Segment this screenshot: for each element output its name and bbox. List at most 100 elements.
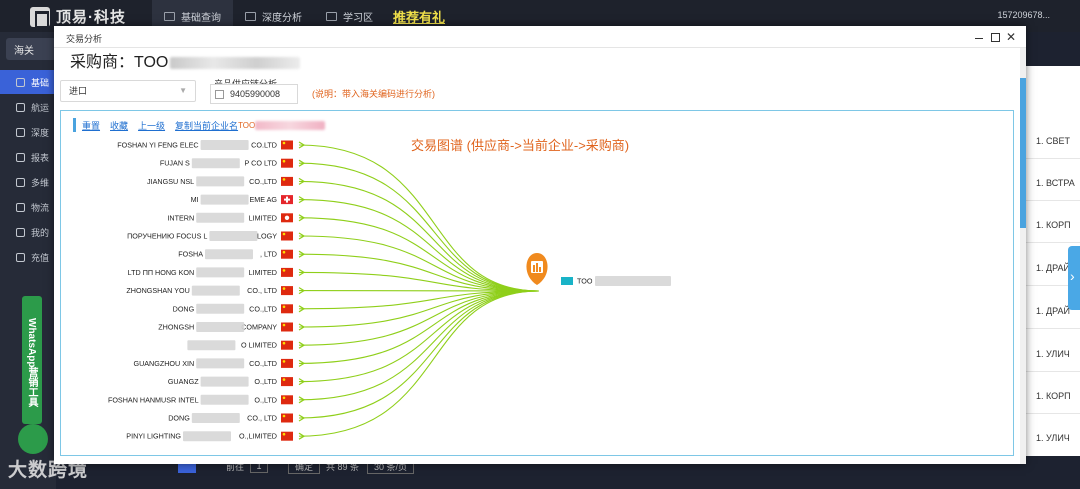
minimize-icon[interactable] bbox=[972, 30, 986, 44]
recharge-icon bbox=[16, 252, 25, 262]
supplier-label[interactable]: ПОРУЧЕНИЮ FOCUS L bbox=[127, 232, 207, 241]
buyer-label[interactable]: TOO bbox=[577, 277, 593, 286]
list-item[interactable]: 1. ВСТРА bbox=[1036, 178, 1075, 188]
supplier-label[interactable]: LTD ПП HONG KON bbox=[128, 268, 195, 277]
sidebar-item-label: 报表 bbox=[31, 152, 50, 163]
cn-flag-icon bbox=[281, 413, 293, 423]
supplier-label[interactable]: ZHONGSHAN YOU bbox=[126, 286, 189, 295]
hs-code-field[interactable]: 9405990008 bbox=[210, 84, 298, 104]
flag-star-icon bbox=[282, 323, 286, 327]
list-item[interactable]: 1. УЛИЧ bbox=[1036, 349, 1070, 359]
supplier-label[interactable]: MI bbox=[191, 195, 199, 204]
nav-deep-analysis-label: 深度分析 bbox=[262, 12, 302, 24]
sidebar-item-label: 充值 bbox=[31, 252, 50, 263]
supplier-label-suffix[interactable]: CO., LTD bbox=[247, 286, 277, 295]
sidebar-head-customs[interactable]: 海关 bbox=[6, 38, 56, 60]
plane-icon bbox=[16, 102, 25, 112]
expand-panel-tab[interactable] bbox=[1068, 246, 1080, 310]
bar-chart-icon bbox=[16, 152, 25, 162]
supplier-label-suffix[interactable]: CO.LTD bbox=[251, 141, 277, 150]
nav-learning-label: 学习区 bbox=[343, 12, 373, 24]
supplier-label[interactable]: PINYI LIGHTING bbox=[126, 432, 181, 441]
list-item[interactable]: 1. КОРП bbox=[1036, 220, 1071, 230]
sidebar-item-logistics[interactable]: 物流 bbox=[0, 195, 56, 219]
supplier-label[interactable]: FOSHAN HANMUSR INTEL bbox=[108, 395, 199, 404]
list-item[interactable]: 1. СВЕТ bbox=[1036, 136, 1070, 146]
whatsapp-icon[interactable] bbox=[18, 424, 48, 454]
supplier-label-suffix[interactable]: O.,LIMITED bbox=[239, 432, 277, 441]
supplier-label[interactable]: FOSHAN YI FENG ELEC bbox=[117, 141, 198, 150]
cn-flag-icon bbox=[281, 431, 293, 441]
supplier-label[interactable]: GUANGZ bbox=[168, 377, 199, 386]
supply-chain-checkbox[interactable] bbox=[215, 90, 224, 100]
close-icon[interactable]: ✕ bbox=[1004, 30, 1018, 44]
sidebar-item-deep[interactable]: 深度 bbox=[0, 120, 56, 144]
sidebar-item-mine[interactable]: 我的 bbox=[0, 220, 56, 244]
brand[interactable]: 顶易·科技 bbox=[30, 6, 126, 28]
flag-star-icon bbox=[282, 360, 286, 363]
sidebar-item-recharge[interactable]: 充值 bbox=[0, 245, 56, 269]
scrollbar-thumb[interactable] bbox=[1020, 78, 1026, 228]
redacted-name bbox=[196, 303, 245, 314]
list-item[interactable]: 1. КОРП bbox=[1036, 391, 1071, 401]
divider bbox=[1026, 371, 1080, 372]
supplier-label-suffix[interactable]: O LIMITED bbox=[241, 341, 277, 350]
cn-flag-icon bbox=[281, 231, 293, 241]
supplier-label[interactable]: ZHONGSH bbox=[158, 323, 194, 332]
supplier-label-suffix[interactable]: LIMITED bbox=[249, 268, 277, 277]
maximize-icon[interactable] bbox=[988, 30, 1002, 44]
supplier-label-suffix[interactable]: O.,LTD bbox=[254, 377, 277, 386]
supplier-label[interactable]: FUJAN S bbox=[160, 159, 190, 168]
supplier-label-suffix[interactable]: O.,LTD bbox=[254, 395, 277, 404]
sidebar-item-basic[interactable]: 基础 bbox=[0, 70, 56, 94]
trade-direction-select[interactable]: 进口 ▼ bbox=[60, 80, 196, 102]
supplier-label[interactable]: JIANGSU NSL bbox=[147, 177, 194, 186]
cn-flag-icon bbox=[281, 176, 293, 186]
list-item[interactable]: 1. ДРАЙ bbox=[1036, 263, 1070, 273]
cn-flag-icon bbox=[281, 358, 293, 368]
flag-flower-icon bbox=[284, 215, 290, 220]
trade-edge bbox=[298, 290, 540, 346]
user-account[interactable]: 157209678... bbox=[997, 10, 1050, 20]
trade-graph: CO.LTD FOSHAN YI FENG ELEC P CO LTD FUJAN S… bbox=[108, 140, 671, 442]
supplier-label[interactable]: DONG bbox=[168, 414, 190, 423]
supplier-label-suffix[interactable]: CO.,LTD bbox=[249, 304, 277, 313]
supplier-label-suffix[interactable]: EME AG bbox=[249, 195, 277, 204]
redacted-name bbox=[205, 249, 253, 260]
sidebar-head-label: 海关 bbox=[14, 45, 34, 57]
sidebar-item-multidim[interactable]: 多维 bbox=[0, 170, 56, 194]
supplier-label-suffix[interactable]: CO., LTD bbox=[247, 414, 277, 423]
redacted-name bbox=[200, 194, 249, 205]
list-item[interactable]: 1. УЛИЧ bbox=[1036, 433, 1070, 443]
supplier-label-suffix[interactable]: LIMITED bbox=[249, 213, 277, 222]
supplier-label[interactable]: GUANGZHOU XIN bbox=[133, 359, 194, 368]
modal-scrollbar[interactable] bbox=[1020, 48, 1026, 464]
supplier-label[interactable]: INTERN bbox=[167, 213, 194, 222]
supplier-label-suffix[interactable]: LOGY bbox=[257, 232, 277, 241]
redacted-name bbox=[196, 358, 245, 369]
supplier-label[interactable]: DONG bbox=[173, 304, 195, 313]
divider bbox=[1026, 200, 1080, 201]
sidebar-item-report[interactable]: 报表 bbox=[0, 145, 56, 169]
pen-icon bbox=[16, 127, 25, 137]
redacted-name bbox=[196, 176, 245, 187]
flag-star-icon bbox=[282, 250, 286, 254]
cn-flag-icon bbox=[281, 322, 293, 332]
flag-star-icon bbox=[282, 341, 286, 345]
supplier-label-suffix[interactable]: CO.,LTD bbox=[249, 359, 277, 368]
truck-icon bbox=[16, 202, 25, 212]
redacted-name bbox=[200, 394, 249, 405]
supplier-label[interactable]: FOSHA bbox=[178, 250, 203, 259]
brand-name: 顶易·科技 bbox=[56, 9, 126, 26]
supplier-label-suffix[interactable]: P CO LTD bbox=[245, 159, 277, 168]
cn-flag-icon bbox=[281, 249, 293, 259]
whatsapp-tool-label: WhatsApp营销工具 bbox=[26, 318, 37, 408]
list-item[interactable]: 1. ДРАЙ bbox=[1036, 306, 1070, 316]
supplier-label-suffix[interactable]: CO.,LTD bbox=[249, 177, 277, 186]
supplier-label-suffix[interactable]: COMPANY bbox=[241, 323, 277, 332]
supplier-label-suffix[interactable]: , LTD bbox=[260, 250, 277, 259]
sidebar-item-shipping[interactable]: 航运 bbox=[0, 95, 56, 119]
cn-flag-icon bbox=[281, 340, 293, 350]
chevron-down-icon: ▼ bbox=[179, 86, 187, 95]
flag-cross-icon bbox=[284, 198, 290, 201]
